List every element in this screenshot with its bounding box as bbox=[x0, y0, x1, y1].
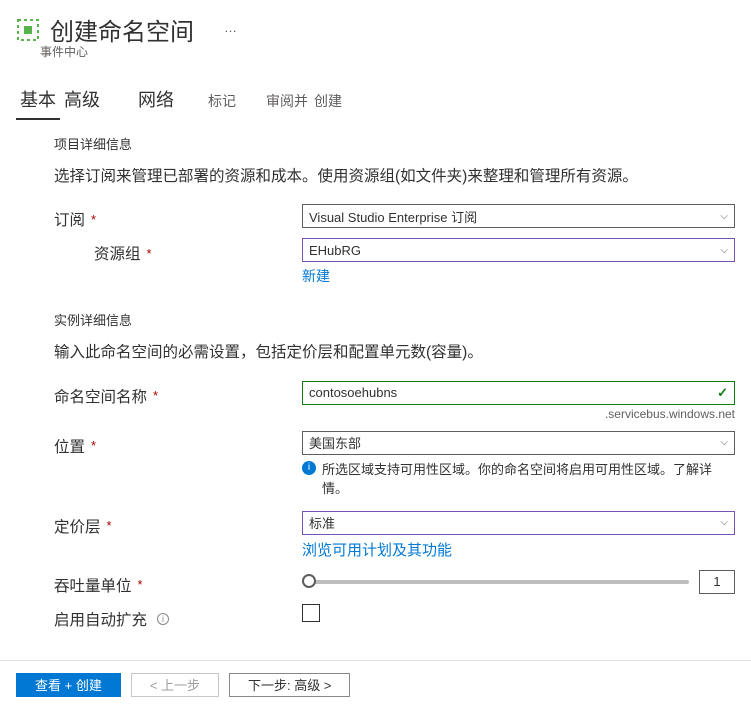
required-marker: * bbox=[153, 388, 158, 403]
review-create-button[interactable]: 查看 + 创建 bbox=[16, 673, 121, 697]
throughput-slider[interactable] bbox=[302, 580, 689, 584]
chevron-down-icon: ⌵ bbox=[720, 437, 728, 448]
chevron-down-icon: ⌵ bbox=[720, 517, 728, 528]
namespace-label: 命名空间名称 bbox=[54, 385, 147, 407]
info-icon: i bbox=[302, 461, 316, 475]
more-icon[interactable]: … bbox=[224, 20, 239, 35]
autoscale-label: 启用自动扩充 bbox=[54, 608, 147, 630]
previous-button: < 上一步 bbox=[131, 673, 219, 697]
pricing-label: 定价层 bbox=[54, 515, 101, 537]
new-resource-group-link[interactable]: 新建 bbox=[302, 266, 330, 286]
namespace-suffix: .servicebus.windows.net bbox=[302, 407, 735, 421]
pricing-plans-link[interactable]: 浏览可用计划及其功能 bbox=[302, 539, 452, 560]
location-label: 位置 bbox=[54, 435, 85, 457]
section-project-details: 项目详细信息 bbox=[54, 134, 735, 153]
location-value: 美国东部 bbox=[309, 433, 361, 452]
pricing-value: 标准 bbox=[309, 513, 335, 532]
throughput-label: 吞吐量单位 bbox=[54, 574, 132, 596]
namespace-value: contosoehubns bbox=[309, 385, 397, 400]
required-marker: * bbox=[147, 246, 152, 261]
tab-bar: 基本 高级 网络 标记 审阅并 创建 bbox=[16, 86, 735, 120]
required-marker: * bbox=[91, 438, 96, 453]
footer-bar: 查看 + 创建 < 上一步 下一步: 高级 > bbox=[0, 660, 751, 709]
instance-description: 输入此命名空间的必需设置，包括定价层和配置单元数(容量)。 bbox=[54, 341, 735, 364]
required-marker: * bbox=[91, 212, 96, 227]
tab-create[interactable]: 创建 bbox=[314, 91, 342, 117]
location-select[interactable]: 美国东部 ⌵ bbox=[302, 431, 735, 455]
throughput-value-input[interactable]: 1 bbox=[699, 570, 735, 594]
breadcrumb-subtitle: 事件中心 bbox=[40, 43, 194, 60]
check-icon: ✓ bbox=[717, 385, 728, 401]
slider-thumb[interactable] bbox=[302, 574, 316, 588]
next-button[interactable]: 下一步: 高级 > bbox=[229, 673, 350, 697]
subscription-label: 订阅 bbox=[54, 208, 85, 230]
namespace-input[interactable]: contosoehubns ✓ bbox=[302, 381, 735, 405]
location-info-text: 所选区域支持可用性区域。你的命名空间将启用可用性区域。了解详情。 bbox=[322, 459, 735, 497]
tab-tags[interactable]: 标记 bbox=[208, 91, 236, 117]
subscription-value: Visual Studio Enterprise 订阅 bbox=[309, 207, 477, 226]
help-icon[interactable]: i bbox=[157, 613, 169, 625]
chevron-down-icon: ⌵ bbox=[720, 211, 728, 222]
subscription-select[interactable]: Visual Studio Enterprise 订阅 ⌵ bbox=[302, 204, 735, 228]
pricing-select[interactable]: 标准 ⌵ bbox=[302, 511, 735, 535]
logo-icon bbox=[16, 12, 40, 45]
autoscale-checkbox[interactable] bbox=[302, 604, 320, 622]
resource-group-select[interactable]: EHubRG ⌵ bbox=[302, 238, 735, 262]
chevron-down-icon: ⌵ bbox=[720, 245, 728, 256]
project-description: 选择订阅来管理已部署的资源和成本。使用资源组(如文件夹)来整理和管理所有资源。 bbox=[54, 165, 735, 188]
page-title: 创建命名空间 bbox=[50, 12, 194, 47]
required-marker: * bbox=[138, 577, 143, 592]
tab-network[interactable]: 网络 bbox=[134, 86, 178, 118]
tab-advanced[interactable]: 高级 bbox=[60, 86, 104, 120]
section-instance-details: 实例详细信息 bbox=[54, 310, 735, 329]
resource-group-value: EHubRG bbox=[309, 243, 361, 258]
tab-review[interactable]: 审阅并 bbox=[266, 91, 308, 117]
required-marker: * bbox=[107, 518, 112, 533]
resource-group-label: 资源组 bbox=[94, 242, 141, 264]
tab-basic[interactable]: 基本 bbox=[16, 86, 60, 120]
